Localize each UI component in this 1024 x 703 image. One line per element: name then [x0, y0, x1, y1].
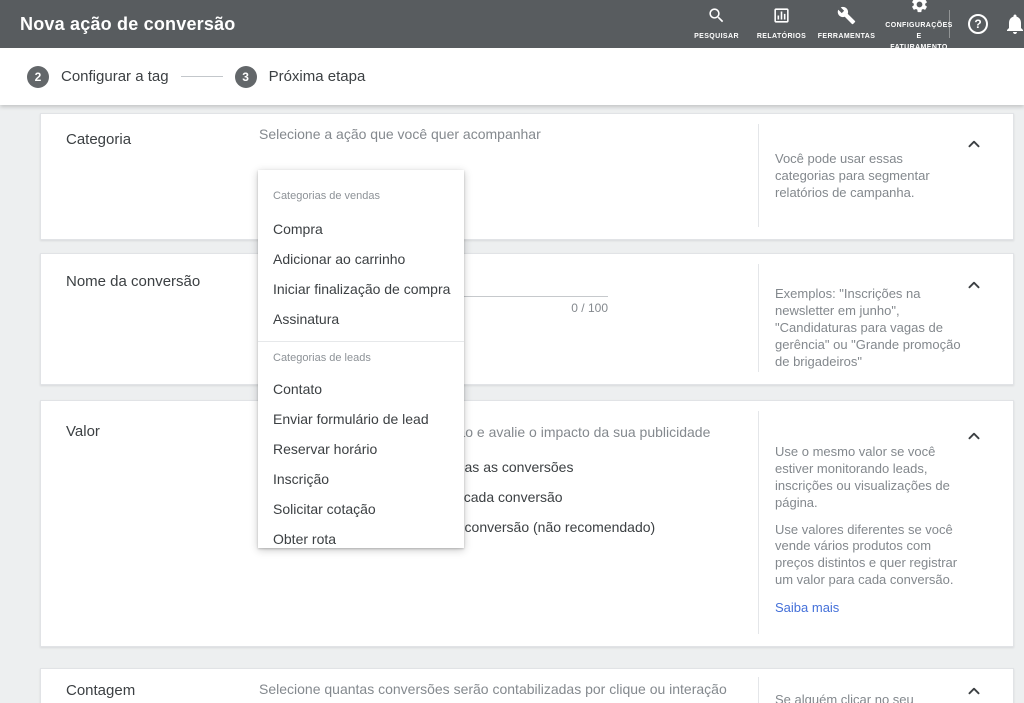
app-bar: Nova ação de conversão PESQUISAR RELATÓR… — [0, 0, 1024, 51]
card-nome-conversao: Nome da conversão 0 / 100 Exemplos: "Ins… — [40, 253, 1014, 385]
nav-settings-billing-label: CONFIGURAÇÕES E FATURAMENTO — [885, 22, 953, 51]
dropdown-item-compra[interactable]: Compra — [258, 214, 464, 244]
notifications-button[interactable] — [1003, 12, 1024, 36]
categoria-label: Categoria — [66, 131, 132, 148]
card-valor: Valor Atribua um valor para a conversão … — [40, 400, 1014, 647]
page-title: Nova ação de conversão — [20, 13, 236, 34]
reports-icon — [772, 6, 791, 30]
app-root: Nova ação de conversão PESQUISAR RELATÓR… — [0, 0, 1024, 703]
notifications-icon — [1003, 14, 1024, 40]
nome-label: Nome da conversão — [66, 273, 201, 290]
char-counter: 0 / 100 — [571, 301, 608, 315]
nome-collapse-button[interactable] — [963, 274, 985, 296]
dropdown-item-iniciar-finalizacao[interactable]: Iniciar finalização de compra — [258, 274, 464, 304]
dropdown-item-solicitar-cotacao[interactable]: Solicitar cotação — [258, 494, 464, 524]
panel-divider — [758, 677, 759, 703]
nav-reports[interactable]: RELATÓRIOS — [749, 5, 814, 43]
dropdown-item-assinatura[interactable]: Assinatura — [258, 304, 464, 334]
nav-reports-label: RELATÓRIOS — [756, 33, 807, 41]
contagem-collapse-button[interactable] — [963, 680, 985, 702]
panel-divider — [758, 264, 759, 372]
contagem-description: Selecione quantas conversões serão conta… — [259, 681, 727, 697]
category-dropdown: Categorias de vendas Compra Adicionar ao… — [258, 170, 464, 548]
card-contagem: Contagem Selecione quantas conversões se… — [40, 668, 1014, 703]
top-nav: PESQUISAR RELATÓRIOS FERRAMENTAS CONFIGU… — [684, 0, 959, 51]
nav-tools[interactable]: FERRAMENTAS — [814, 5, 879, 43]
contagem-label: Contagem — [66, 682, 136, 699]
dropdown-item-adicionar-carrinho[interactable]: Adicionar ao carrinho — [258, 244, 464, 274]
step-3-label: Próxima etapa — [268, 68, 366, 85]
chevron-up-icon — [963, 140, 985, 159]
categoria-help-text: Você pode usar essas categorias para seg… — [775, 151, 930, 200]
dropdown-item-contato[interactable]: Contato — [258, 374, 464, 404]
valor-collapse-button[interactable] — [963, 425, 985, 447]
nav-tools-label: FERRAMENTAS — [817, 33, 876, 41]
dropdown-item-inscricao[interactable]: Inscrição — [258, 464, 464, 494]
valor-help-text-2: Use valores diferentes se você vende vár… — [775, 521, 958, 588]
dropdown-item-reservar-horario[interactable]: Reservar horário — [258, 434, 464, 464]
dropdown-section-header: Categorias de vendas — [273, 190, 381, 202]
dropdown-item-enviar-formulario[interactable]: Enviar formulário de lead — [258, 404, 464, 434]
nav-divider — [949, 10, 950, 38]
stepper: 2 Configurar a tag 3 Próxima etapa — [0, 48, 1024, 105]
valor-help-text-1: Use o mesmo valor se você estiver monito… — [775, 444, 950, 510]
nav-search-label: PESQUISAR — [694, 33, 739, 41]
panel-divider — [758, 411, 759, 634]
chevron-up-icon — [963, 687, 985, 703]
settings-icon — [910, 0, 929, 19]
nav-search[interactable]: PESQUISAR — [684, 5, 749, 43]
contagem-help-text: Se alguém clicar no seu — [775, 692, 914, 703]
help-icon: ? — [966, 14, 990, 40]
step-next[interactable]: 3 Próxima etapa — [234, 65, 366, 88]
categoria-collapse-button[interactable] — [963, 133, 985, 155]
card-categoria: Categoria Selecione a ação que você quer… — [40, 113, 1014, 240]
dropdown-divider — [258, 341, 464, 342]
step-2-circle: 2 — [27, 65, 49, 88]
categoria-select[interactable]: Selecione a ação que você quer acompanha… — [259, 126, 541, 142]
dropdown-item-obter-rota[interactable]: Obter rota — [258, 524, 464, 548]
help-button[interactable]: ? — [966, 12, 990, 36]
valor-label: Valor — [66, 423, 100, 440]
step-connector — [180, 76, 223, 77]
step-configure-tag[interactable]: 2 Configurar a tag — [27, 65, 169, 88]
panel-divider — [758, 124, 759, 227]
search-icon — [707, 6, 726, 30]
chevron-up-icon — [963, 281, 985, 300]
dropdown-section-header: Categorias de leads — [273, 352, 371, 364]
nome-help-text: Exemplos: "Inscrições na newsletter em j… — [775, 286, 961, 369]
step-2-label: Configurar a tag — [61, 68, 169, 85]
chevron-up-icon — [963, 432, 985, 451]
step-3-circle: 3 — [234, 65, 257, 88]
nav-settings-billing[interactable]: CONFIGURAÇÕES E FATURAMENTO — [879, 0, 959, 54]
saiba-mais-link[interactable]: Saiba mais — [775, 600, 839, 615]
tools-icon — [837, 6, 856, 30]
svg-text:?: ? — [974, 17, 981, 31]
